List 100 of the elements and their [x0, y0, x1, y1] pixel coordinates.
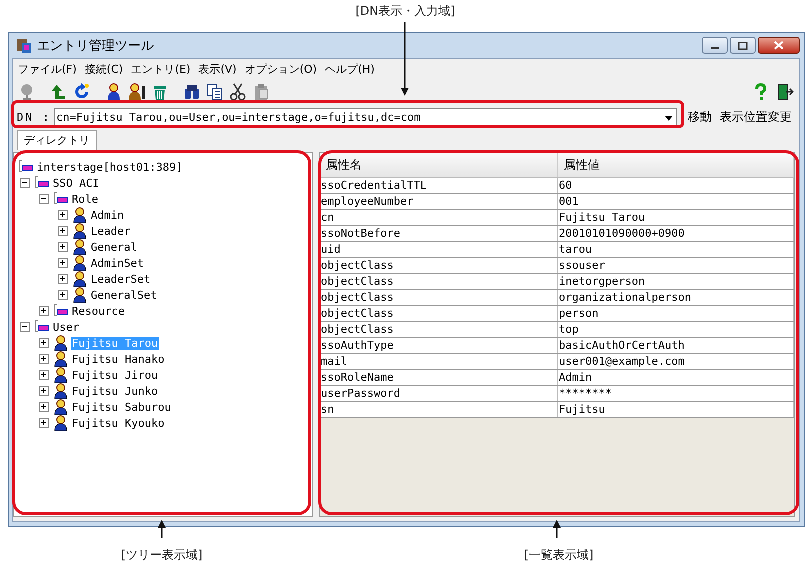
person-icon[interactable]	[105, 83, 123, 101]
table-cell: objectClass	[320, 322, 558, 338]
expand-icon[interactable]	[39, 370, 50, 380]
container-icon	[34, 176, 50, 190]
table-cell: ********	[558, 386, 794, 402]
column-header[interactable]: 属性名	[320, 153, 558, 178]
menu-item[interactable]: エントリ(E)	[128, 60, 194, 78]
table-cell: 001	[558, 194, 794, 210]
binoculars-icon[interactable]	[183, 83, 201, 101]
tree-item[interactable]: Fujitsu Saburou	[71, 400, 172, 414]
expand-icon[interactable]	[39, 306, 50, 316]
tree-item[interactable]: Leader	[90, 224, 132, 238]
table-cell: top	[558, 322, 794, 338]
person-icon	[72, 287, 88, 303]
callout-arrow	[158, 520, 166, 538]
person-icon	[53, 351, 69, 367]
scissors-icon[interactable]	[229, 83, 247, 101]
tree-item[interactable]: Fujitsu Junko	[71, 384, 160, 398]
maximize-button[interactable]	[730, 37, 756, 54]
window-title: エントリ管理ツール	[37, 38, 154, 54]
tree-item[interactable]: GeneralSet	[90, 288, 158, 302]
app-icon	[16, 38, 32, 54]
table-cell: tarou	[558, 242, 794, 258]
callout-arrow	[553, 520, 561, 538]
tree-item[interactable]: Resource	[71, 304, 126, 318]
table-cell: person	[558, 306, 794, 322]
expand-icon[interactable]	[39, 418, 50, 428]
table-cell: 60	[558, 178, 794, 194]
dn-action-button[interactable]: 表示位置変更	[717, 109, 795, 126]
menu-item[interactable]: 表示(V)	[196, 60, 240, 78]
table-cell: employeeNumber	[320, 194, 558, 210]
expand-icon[interactable]	[58, 210, 69, 220]
table-cell: 20010101090000+0900	[558, 226, 794, 242]
dn-field[interactable]: cn=Fujitsu Tarou,ou=User,ou=interstage,o=fujitsu,dc=com	[54, 108, 677, 127]
table-cell: ssoRoleName	[320, 370, 558, 386]
tree-item[interactable]: Fujitsu Kyouko	[71, 416, 166, 430]
expand-icon[interactable]	[39, 338, 50, 348]
minimize-button[interactable]	[702, 37, 728, 54]
tree-item[interactable]: Fujitsu Hanako	[71, 352, 166, 366]
person-icon	[53, 383, 69, 399]
person-edit-icon[interactable]	[128, 83, 146, 101]
dn-action-button[interactable]: 移動	[685, 109, 715, 126]
table-cell: ssouser	[558, 258, 794, 274]
person-icon	[72, 239, 88, 255]
person-icon	[53, 399, 69, 415]
expand-icon[interactable]	[58, 274, 69, 284]
table-cell: objectClass	[320, 290, 558, 306]
expand-icon[interactable]	[58, 226, 69, 236]
close-button[interactable]	[758, 37, 800, 54]
menu-item[interactable]: 接続(C)	[82, 60, 126, 78]
person-icon	[53, 415, 69, 431]
person-icon	[53, 367, 69, 383]
tree-item[interactable]: General	[90, 240, 138, 254]
person-icon	[53, 335, 69, 351]
table-cell: mail	[320, 354, 558, 370]
menu-item[interactable]: オプション(O)	[242, 60, 320, 78]
tree-item[interactable]: User	[52, 320, 80, 334]
person-icon	[72, 207, 88, 223]
table-cell: objectClass	[320, 258, 558, 274]
tree-item[interactable]: Fujitsu Jirou	[71, 368, 160, 382]
close-icon[interactable]	[774, 41, 784, 50]
copy-icon[interactable]	[206, 83, 224, 101]
person-icon	[72, 271, 88, 287]
table-cell: organizationalperson	[558, 290, 794, 306]
collapse-icon[interactable]	[39, 194, 50, 204]
person-icon	[72, 255, 88, 271]
trash-icon[interactable]	[151, 83, 169, 101]
expand-icon[interactable]	[39, 354, 50, 364]
tree-item[interactable]: SSO ACI	[52, 176, 100, 190]
person-icon	[72, 223, 88, 239]
collapse-icon[interactable]	[20, 322, 31, 332]
tree-item[interactable]: AdminSet	[90, 256, 145, 270]
expand-icon[interactable]	[58, 258, 69, 268]
table-cell: basicAuthOrCertAuth	[558, 338, 794, 354]
refresh-icon[interactable]	[73, 83, 91, 101]
menu-item[interactable]: ファイル(F)	[15, 60, 80, 78]
expand-icon[interactable]	[58, 242, 69, 252]
tree-item[interactable]: Admin	[90, 208, 126, 222]
expand-icon[interactable]	[39, 386, 50, 396]
maximize-icon[interactable]	[738, 42, 748, 50]
tree-item[interactable]: LeaderSet	[90, 272, 152, 286]
tab[interactable]: ディレクトリ	[17, 130, 97, 150]
table-cell: inetorgperson	[558, 274, 794, 290]
up-arrow-icon[interactable]	[50, 83, 68, 101]
expand-icon[interactable]	[58, 290, 69, 300]
exit-door-icon[interactable]	[776, 83, 794, 101]
callout-caption: [DN表示・入力域]	[356, 3, 456, 20]
container-icon	[34, 320, 50, 334]
table-cell: sn	[320, 402, 558, 418]
tree-item[interactable]: interstage[host01:389]	[36, 160, 184, 174]
container-icon	[53, 192, 69, 206]
collapse-icon[interactable]	[20, 178, 31, 188]
callout-caption: [ツリー表示域]	[120, 547, 204, 563]
table-cell: user001@example.com	[558, 354, 794, 370]
tree-item[interactable]: Role	[71, 192, 100, 206]
table-cell: uid	[320, 242, 558, 258]
column-header[interactable]: 属性値	[558, 153, 794, 178]
menu-item[interactable]: ヘルプ(H)	[322, 60, 378, 78]
table-cell: ssoNotBefore	[320, 226, 558, 242]
expand-icon[interactable]	[39, 402, 50, 412]
